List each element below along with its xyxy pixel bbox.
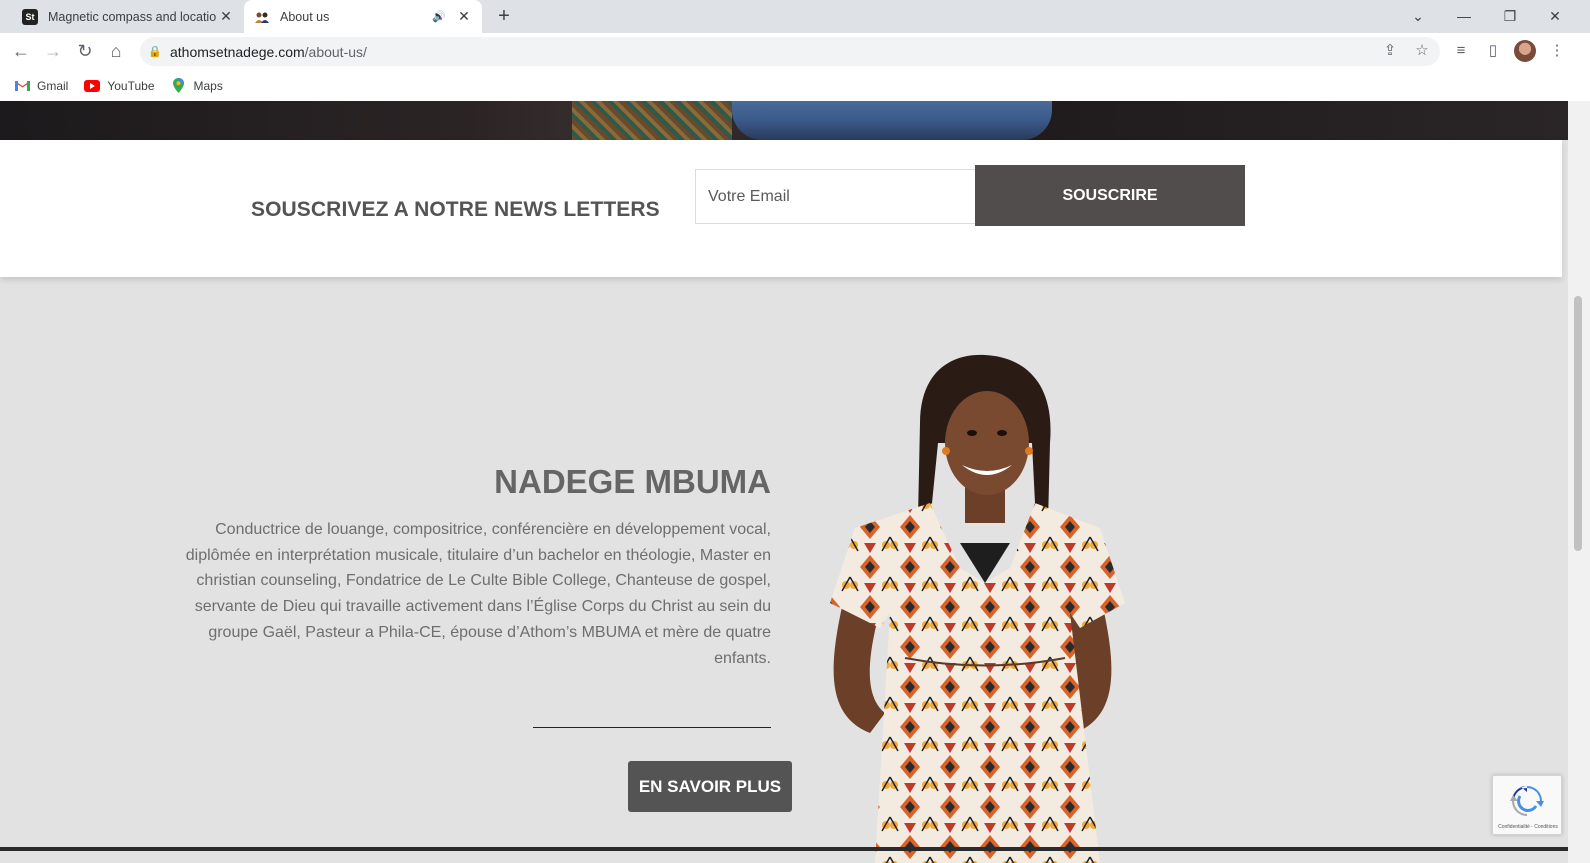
browser-toolbar: ← → ↻ ⌂ 🔒 athomsetnadege.com/about-us/ ⇪… (0, 33, 1590, 70)
studylib-favicon-icon: St (22, 8, 38, 25)
side-panel-icon[interactable]: ▯ (1481, 39, 1505, 63)
address-bar[interactable]: 🔒 athomsetnadege.com/about-us/ (140, 37, 1440, 66)
lock-icon[interactable]: 🔒 (140, 45, 170, 58)
newsletter-heading: SOUSCRIVEZ A NOTRE NEWS LETTERS (251, 198, 660, 221)
email-input[interactable] (695, 169, 976, 224)
reload-icon[interactable]: ↻ (73, 39, 97, 63)
recaptcha-badge[interactable]: Confidentialité - Conditions (1492, 775, 1562, 835)
subscribe-button[interactable]: SOUSCRIRE (975, 165, 1245, 226)
bookmark-maps[interactable]: Maps (171, 78, 223, 93)
tab-magnetic-compass[interactable]: St Magnetic compass and location ✕ (12, 0, 244, 33)
youtube-icon (84, 79, 101, 93)
bookmarks-bar: Gmail YouTube Maps (0, 70, 1590, 101)
divider (533, 727, 771, 728)
learn-more-button[interactable]: EN SAVOIR PLUS (628, 761, 792, 812)
tab-about-us[interactable]: About us 🔊 ✕ (244, 0, 482, 33)
restore-button[interactable]: ❐ (1490, 4, 1530, 28)
profile-name: NADEGE MBUMA (494, 463, 771, 500)
bookmark-label: Gmail (37, 78, 69, 93)
kebab-menu-icon[interactable]: ⋮ (1545, 39, 1569, 63)
new-tab-button[interactable]: + (492, 5, 516, 29)
home-icon[interactable]: ⌂ (104, 39, 128, 63)
media-control-icon[interactable]: ≡ (1449, 39, 1473, 63)
recaptcha-footer[interactable]: Confidentialité - Conditions (1493, 824, 1563, 830)
maps-icon (171, 78, 187, 93)
minimize-button[interactable]: — (1444, 4, 1484, 28)
hero-image-figure (732, 101, 1052, 140)
bookmark-star-icon[interactable]: ☆ (1410, 39, 1434, 63)
recaptcha-icon (1510, 786, 1544, 816)
page-scrollbar[interactable] (1568, 101, 1590, 863)
tab-title: About us (280, 9, 330, 24)
share-icon[interactable]: ⇪ (1378, 39, 1402, 63)
tab-strip: St Magnetic compass and location ✕ About… (0, 0, 1590, 33)
speaker-icon[interactable]: 🔊 (432, 10, 446, 23)
forward-icon[interactable]: → (41, 39, 65, 63)
page-viewport: SOUSCRIVEZ A NOTRE NEWS LETTERS SOUSCRIR… (0, 101, 1568, 863)
gmail-icon (14, 79, 30, 93)
close-window-button[interactable]: ✕ (1535, 4, 1575, 28)
url-text: athomsetnadege.com/about-us/ (170, 43, 367, 60)
back-icon[interactable]: ← (9, 39, 33, 63)
bookmark-label: YouTube (107, 78, 155, 93)
portrait-photo (830, 354, 1125, 863)
newsletter-section: SOUSCRIVEZ A NOTRE NEWS LETTERS SOUSCRIR… (0, 140, 1562, 277)
tab-title: Magnetic compass and location (48, 9, 216, 24)
scrollbar-thumb[interactable] (1574, 296, 1582, 551)
tab-search-icon[interactable]: ⌄ (1398, 4, 1438, 28)
bookmark-label: Maps (193, 78, 223, 93)
hero-image-figure (572, 101, 732, 140)
site-favicon-icon (254, 9, 270, 25)
profile-bio: Conductrice de louange, compositrice, co… (185, 521, 771, 667)
bottom-edge (0, 847, 1568, 851)
close-tab-icon[interactable]: ✕ (216, 7, 236, 27)
profile-avatar[interactable] (1514, 40, 1536, 62)
close-tab-icon[interactable]: ✕ (454, 7, 474, 27)
bookmark-gmail[interactable]: Gmail (14, 79, 68, 93)
hero-image (0, 101, 1568, 140)
bookmark-youtube[interactable]: YouTube (84, 78, 155, 93)
